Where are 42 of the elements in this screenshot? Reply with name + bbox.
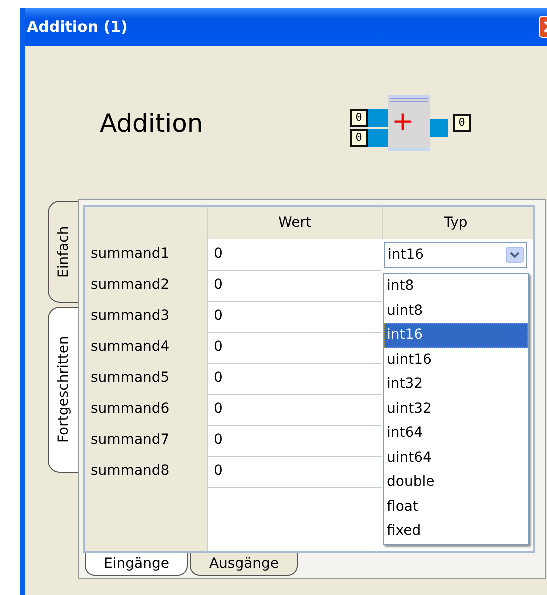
value-cell[interactable]: 0 — [207, 239, 382, 271]
value-cell[interactable]: 0 — [207, 270, 382, 302]
row-label: summand8 — [85, 456, 207, 488]
row-label: summand5 — [85, 363, 207, 395]
dropdown-option[interactable]: double — [384, 470, 528, 494]
column-header: Wert — [207, 207, 382, 239]
side-tab[interactable]: Einfach — [48, 201, 78, 303]
tab[interactable]: Eingänge — [85, 553, 188, 576]
value-cell[interactable]: 0 — [207, 394, 382, 426]
row-label: summand2 — [85, 270, 207, 302]
dropdown-option[interactable]: int64 — [384, 421, 528, 446]
window-title: Addition (1) — [27, 18, 128, 36]
row-label: summand3 — [85, 301, 207, 333]
block-heading: Addition — [100, 108, 204, 138]
value-cell[interactable]: 0 — [207, 425, 382, 457]
row-label: summand7 — [85, 425, 207, 457]
row-label: summand1 — [85, 239, 207, 271]
type-dropdown[interactable]: int16 — [384, 242, 527, 268]
dropdown-option[interactable]: int32 — [384, 372, 528, 396]
value-cell[interactable]: 0 — [207, 301, 382, 333]
dropdown-option[interactable]: fixed — [384, 519, 528, 544]
dropdown-option[interactable]: uint8 — [384, 298, 528, 323]
dropdown-option[interactable]: uint64 — [384, 446, 528, 470]
port-value: 0 — [350, 109, 368, 127]
plus-sign: + — [392, 109, 414, 135]
port-value: 0 — [453, 114, 471, 132]
caret-icon[interactable] — [506, 247, 524, 263]
side-tab[interactable]: Fortgeschritten — [48, 307, 78, 473]
dropdown-option[interactable]: uint16 — [384, 348, 528, 372]
tab[interactable]: Ausgänge — [190, 553, 298, 576]
dropdown-option[interactable]: uint32 — [384, 396, 528, 421]
port-value: 0 — [350, 129, 368, 147]
row-label: summand6 — [85, 394, 207, 426]
dropdown-option[interactable]: float — [384, 494, 528, 519]
value-cell[interactable]: 0 — [207, 456, 382, 488]
row-label: summand4 — [85, 332, 207, 364]
dropdown-option[interactable]: int16 — [384, 323, 528, 348]
dropdown-option[interactable]: int8 — [384, 274, 528, 298]
column-header: Typ — [382, 207, 529, 239]
addition-block-icon — [368, 95, 448, 151]
value-cell[interactable]: 0 — [207, 332, 382, 364]
value-cell[interactable]: 0 — [207, 363, 382, 395]
